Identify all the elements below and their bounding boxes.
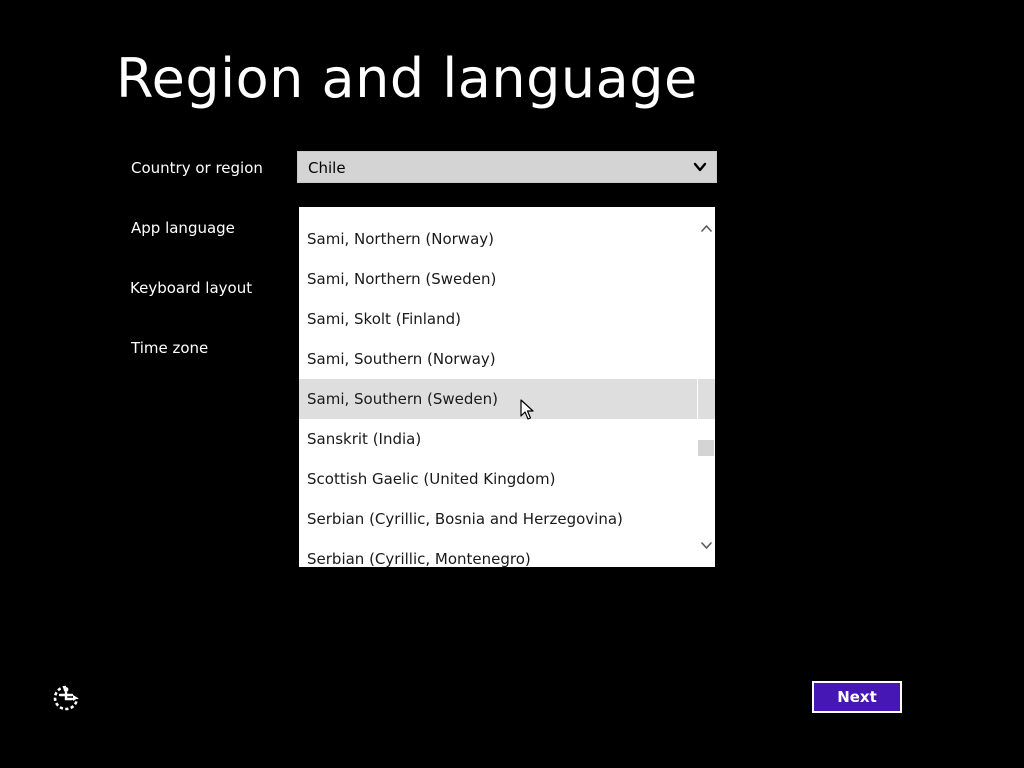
listbox-scrollbar[interactable]	[698, 207, 715, 567]
list-item-hovered[interactable]: Sami, Southern (Sweden)	[299, 379, 697, 419]
list-item[interactable]: Serbian (Cyrillic, Montenegro)	[299, 539, 697, 567]
list-item[interactable]: Sami, Northern (Sweden)	[299, 259, 697, 299]
list-item[interactable]: Sami, Skolt (Finland)	[299, 299, 697, 339]
setup-screen: Region and language Country or region Ap…	[0, 0, 1024, 768]
app-language-listbox[interactable]: Sami, Northern (Norway) Sami, Northern (…	[299, 207, 715, 567]
country-select[interactable]: Chile	[297, 151, 717, 183]
keyboard-layout-label: Keyboard layout	[130, 279, 253, 297]
hover-row-background	[698, 379, 715, 419]
list-item[interactable]: Scottish Gaelic (United Kingdom)	[299, 459, 697, 499]
mouse-pointer-icon	[520, 399, 534, 420]
chevron-down-icon	[693, 162, 707, 172]
country-label: Country or region	[131, 159, 263, 177]
list-item[interactable]: Serbian (Cyrillic, Bosnia and Herzegovin…	[299, 499, 697, 539]
country-select-value: Chile	[308, 159, 346, 177]
list-item[interactable]: Sanskrit (India)	[299, 419, 697, 459]
list-item[interactable]: Sami, Southern (Norway)	[299, 339, 697, 379]
page-title: Region and language	[116, 47, 698, 110]
app-language-label: App language	[131, 219, 235, 237]
next-button[interactable]: Next	[812, 681, 902, 713]
list-item[interactable]: Sami, Northern (Norway)	[299, 219, 697, 259]
scroll-thumb[interactable]	[698, 440, 714, 456]
app-language-options: Sami, Northern (Norway) Sami, Northern (…	[299, 219, 697, 567]
scroll-down-arrow-icon[interactable]	[699, 538, 714, 553]
ease-of-access-icon[interactable]	[52, 684, 80, 712]
scroll-up-arrow-icon[interactable]	[699, 221, 714, 236]
time-zone-label: Time zone	[131, 339, 209, 357]
